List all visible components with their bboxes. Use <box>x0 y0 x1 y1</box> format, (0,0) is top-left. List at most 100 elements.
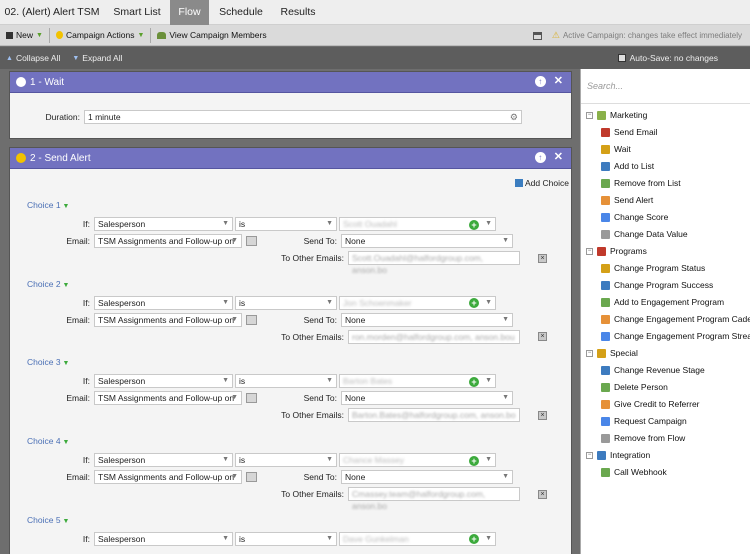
add-choice-button[interactable]: Add Choice <box>515 178 569 188</box>
chevron-down-icon[interactable]: ▼ <box>485 375 492 387</box>
move-up-icon[interactable]: ↑ <box>534 152 546 163</box>
operator-select[interactable]: is ▼ <box>235 531 337 546</box>
tree-item-request-campaign[interactable]: Request Campaign <box>601 416 687 426</box>
condition-value-input[interactable]: Chance Massey + ▼ <box>339 453 496 468</box>
close-icon[interactable]: ✕ <box>554 152 563 163</box>
choice-2-label[interactable]: Choice 2 ▼ <box>27 279 69 289</box>
choice-label-text: Choice 3 <box>27 357 61 368</box>
choice-condition-row: If: Salesperson ▼ is ▼ Barton Bates + ▼ <box>10 374 496 389</box>
tree-item-change-program-status[interactable]: Change Program Status <box>601 263 705 273</box>
add-icon[interactable]: + <box>469 534 479 545</box>
collapse-toggle-icon[interactable]: − <box>586 349 593 357</box>
tree-item-change-data-value[interactable]: Change Data Value <box>601 229 688 239</box>
attribute-select[interactable]: Salesperson ▼ <box>94 374 233 389</box>
chevron-down-icon[interactable]: ▼ <box>485 218 492 230</box>
tree-item-add-to-list[interactable]: Add to List <box>601 161 654 171</box>
tree-item-change-engagement-program-cadence[interactable]: Change Engagement Program Cadence <box>601 314 750 324</box>
other-emails-input[interactable]: Cmassey.team@halfordgroup.com, anson.bo <box>348 487 520 511</box>
tree-item-send-alert[interactable]: Send Alert <box>601 195 653 205</box>
attribute-select[interactable]: Salesperson ▼ <box>94 295 233 310</box>
tab-schedule[interactable]: Schedule <box>209 0 273 25</box>
collapse-all-button[interactable]: ▲ Collapse All <box>0 48 66 69</box>
chevron-down-icon[interactable]: ▼ <box>485 454 492 466</box>
wait-step-header[interactable]: 1 - Wait ↑ ✕ <box>10 72 571 93</box>
send-to-select[interactable]: None ▼ <box>341 312 513 327</box>
tree-item-give-credit-to-referrer[interactable]: Give Credit to Referrer <box>601 399 700 409</box>
choice-5-label[interactable]: Choice 5 ▼ <box>27 515 69 525</box>
tree-item-remove-from-list[interactable]: Remove from List <box>601 178 681 188</box>
send-to-select[interactable]: None ▼ <box>341 470 513 485</box>
duration-input[interactable]: 1 minute ⚙ <box>84 110 522 124</box>
email-preview-icon[interactable] <box>246 236 257 246</box>
condition-value-input[interactable]: Dave Gunkelman + ▼ <box>339 531 496 546</box>
tree-item-remove-from-flow[interactable]: Remove from Flow <box>601 433 685 443</box>
tab-results[interactable]: Results <box>273 0 323 25</box>
condition-value-input[interactable]: Barton Bates + ▼ <box>339 374 496 389</box>
attribute-select[interactable]: Salesperson ▼ <box>94 453 233 468</box>
email-preview-icon[interactable] <box>246 393 257 404</box>
add-icon[interactable]: + <box>469 376 479 387</box>
add-icon[interactable]: + <box>469 455 479 466</box>
email-select[interactable]: TSM Assignments and Follow-up on ▼ <box>94 391 242 406</box>
email-preview-icon[interactable] <box>246 472 257 483</box>
choice-1-label[interactable]: Choice 1 ▼ <box>27 200 69 210</box>
tree-item-change-revenue-stage[interactable]: Change Revenue Stage <box>601 365 705 375</box>
delete-choice-icon[interactable]: × <box>538 489 547 499</box>
tree-group-marketing[interactable]: − Marketing <box>586 110 647 120</box>
condition-value-input[interactable]: Scott Ouadahl + ▼ <box>339 217 496 231</box>
tree-item-change-score[interactable]: Change Score <box>601 212 668 222</box>
tab-flow[interactable]: Flow <box>170 0 209 25</box>
choice-4-label[interactable]: Choice 4 ▼ <box>27 436 69 446</box>
chevron-down-icon[interactable]: ▼ <box>485 533 492 545</box>
email-select[interactable]: TSM Assignments and Follow-up on ▼ <box>94 312 242 327</box>
add-icon[interactable]: + <box>469 219 479 230</box>
tree-item-delete-person[interactable]: Delete Person <box>601 382 668 392</box>
attribute-select[interactable]: Salesperson ▼ <box>94 531 233 546</box>
tree-item-change-program-success[interactable]: Change Program Success <box>601 280 713 290</box>
new-menu[interactable]: New ▼ <box>0 25 49 46</box>
other-emails-input[interactable]: Barton.Bates@halfordgroup.com, anson.bo <box>348 408 520 423</box>
tree-item-wait[interactable]: Wait <box>601 144 631 154</box>
tree-group-integration[interactable]: − Integration <box>586 450 650 460</box>
email-select[interactable]: TSM Assignments and Follow-up on ▼ <box>94 470 242 485</box>
delete-choice-icon[interactable]: × <box>538 253 547 263</box>
gear-icon[interactable]: ⚙ <box>510 111 518 123</box>
tree-item-call-webhook[interactable]: Call Webhook <box>601 467 667 477</box>
collapse-toggle-icon[interactable]: − <box>586 451 593 459</box>
tab-campaign-name[interactable]: 02. (Alert) Alert TSM <box>0 0 104 25</box>
tree-item-add-to-engagement-program[interactable]: Add to Engagement Program <box>601 297 724 307</box>
condition-value-input[interactable]: Jon Schoenmaker + ▼ <box>339 295 496 310</box>
send-to-select[interactable]: None ▼ <box>341 234 513 248</box>
close-icon[interactable]: ✕ <box>554 76 563 87</box>
tree-group-programs[interactable]: − Programs <box>586 246 647 256</box>
calendar-icon[interactable] <box>532 31 542 40</box>
chevron-down-icon[interactable]: ▼ <box>485 297 492 309</box>
send-alert-step-header[interactable]: 2 - Send Alert ↑ ✕ <box>10 148 571 169</box>
tree-group-special[interactable]: − Special <box>586 348 638 358</box>
search-input[interactable]: Search... <box>581 69 750 104</box>
attribute-select[interactable]: Salesperson ▼ <box>94 217 233 231</box>
campaign-actions-menu[interactable]: Campaign Actions ▼ <box>50 25 150 46</box>
tree-item-change-engagement-program-stream[interactable]: Change Engagement Program Stream <box>601 331 750 341</box>
email-preview-icon[interactable] <box>246 314 257 325</box>
choice-3-label[interactable]: Choice 3 ▼ <box>27 357 69 367</box>
tree-item-send-email[interactable]: Send Email <box>601 127 657 137</box>
add-icon[interactable]: + <box>469 298 479 309</box>
operator-select[interactable]: is ▼ <box>235 217 337 231</box>
collapse-toggle-icon[interactable]: − <box>586 247 593 255</box>
move-up-icon[interactable]: ↑ <box>534 76 546 87</box>
other-emails-input[interactable]: ron.morden@halfordgroup.com, anson.bou <box>348 329 520 344</box>
expand-all-button[interactable]: ▼ Expand All <box>66 48 128 69</box>
other-emails-input[interactable]: Scott.Ouadahl@halfordgroup.com, anson.bo <box>348 251 520 275</box>
operator-select[interactable]: is ▼ <box>235 295 337 310</box>
tree-item-label: Delete Person <box>614 382 668 392</box>
tab-smart-list[interactable]: Smart List <box>104 0 170 25</box>
collapse-toggle-icon[interactable]: − <box>586 111 593 119</box>
operator-select[interactable]: is ▼ <box>235 453 337 468</box>
view-campaign-members-button[interactable]: View Campaign Members <box>151 25 272 46</box>
email-select[interactable]: TSM Assignments and Follow-up on ▼ <box>94 234 242 248</box>
delete-choice-icon[interactable]: × <box>538 332 547 342</box>
operator-select[interactable]: is ▼ <box>235 374 337 389</box>
delete-choice-icon[interactable]: × <box>538 410 547 420</box>
send-to-select[interactable]: None ▼ <box>341 391 513 406</box>
